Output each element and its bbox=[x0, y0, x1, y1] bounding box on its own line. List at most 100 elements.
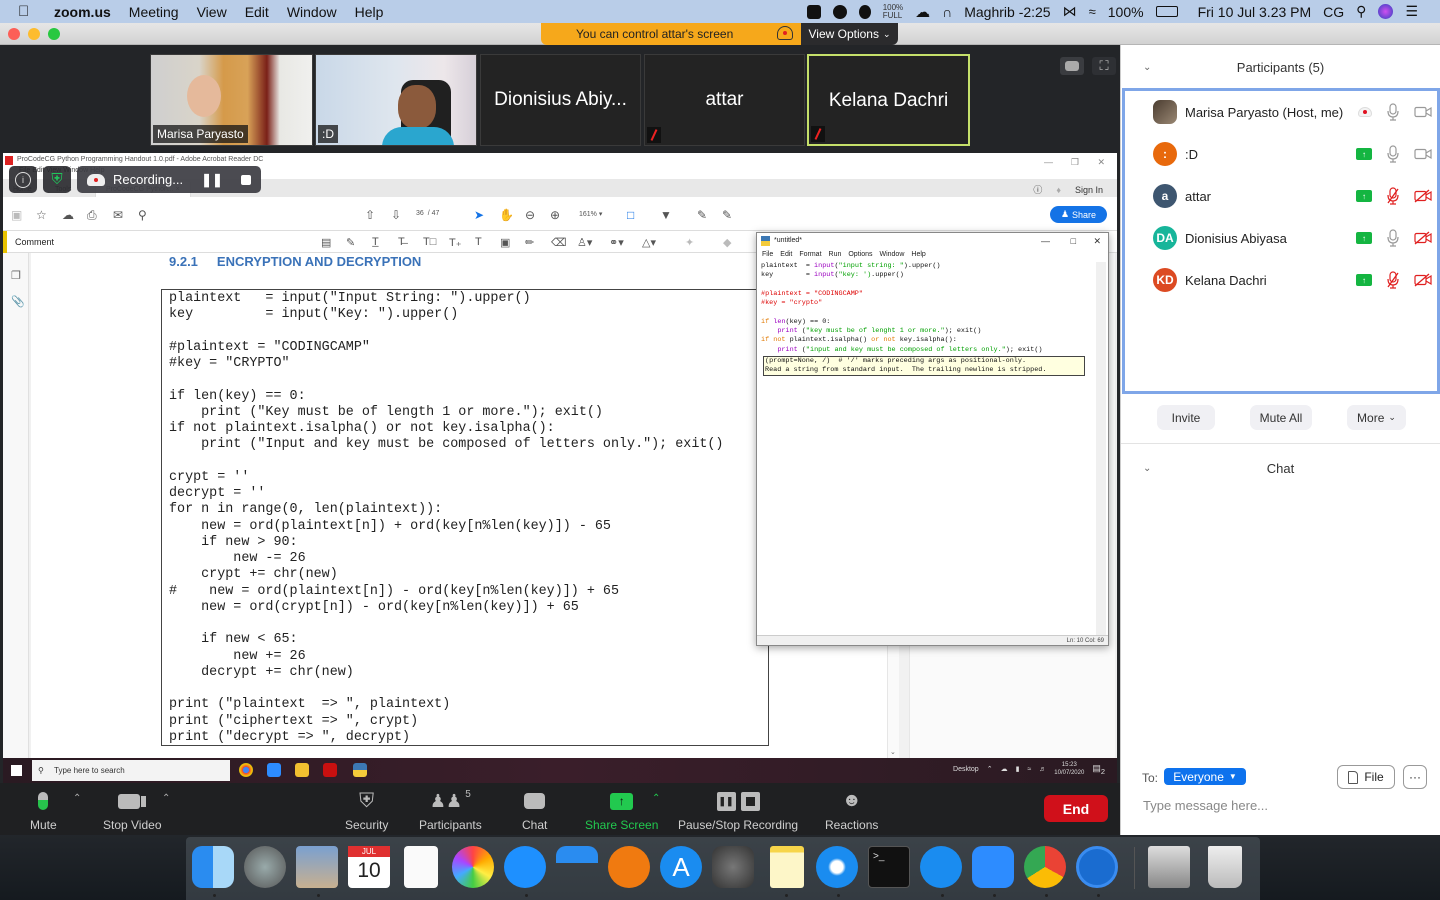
file-explorer-taskbar-icon[interactable] bbox=[295, 763, 309, 777]
acrobat-taskbar-icon[interactable] bbox=[323, 763, 337, 777]
minimize-icon[interactable]: — bbox=[1041, 233, 1050, 249]
attach-icon[interactable]: ⚭▾ bbox=[609, 236, 624, 249]
spotlight-search-icon[interactable]: ⚲ bbox=[1356, 3, 1366, 20]
zoom-dock-icon[interactable] bbox=[972, 846, 1014, 888]
clock[interactable]: Fri 10 Jul 3.23 PM bbox=[1198, 4, 1312, 20]
view-options-button[interactable]: View Options ⌄ bbox=[801, 23, 898, 45]
stop-recording-icon[interactable] bbox=[240, 174, 251, 185]
pencil-icon[interactable]: ✏ bbox=[525, 236, 534, 249]
mute-all-button[interactable]: Mute All bbox=[1250, 405, 1312, 430]
share-options-chevron-icon[interactable]: ⌃ bbox=[652, 793, 660, 804]
microphone-icon[interactable] bbox=[1386, 229, 1400, 247]
windows-clock[interactable]: 15:23 10/07/2020 bbox=[1054, 761, 1084, 777]
python-idle-taskbar-icon[interactable] bbox=[353, 763, 367, 777]
collapse-chevron-icon[interactable]: ⌄ bbox=[1143, 62, 1151, 73]
video-tile[interactable]: Marisa Paryasto bbox=[150, 54, 313, 146]
upload-cloud-icon[interactable]: ☁ bbox=[62, 209, 74, 221]
chat-recipient-select[interactable]: Everyone ▼ bbox=[1164, 768, 1246, 785]
shared-screen[interactable]: ProCodeCG Python Programming Handout 1.0… bbox=[3, 153, 1117, 783]
email-icon[interactable]: ✉ bbox=[113, 209, 123, 221]
video-off-icon[interactable] bbox=[1414, 231, 1432, 245]
finder-icon[interactable] bbox=[192, 846, 234, 888]
network-icon[interactable]: ≈ bbox=[1027, 766, 1031, 773]
idle-menu-run[interactable]: Run bbox=[829, 249, 842, 261]
gallery-layout-icon[interactable] bbox=[1060, 57, 1084, 75]
print-icon[interactable]: ⎙ bbox=[87, 209, 97, 221]
microphone-muted-icon[interactable] bbox=[1386, 187, 1400, 205]
idle-scrollbar[interactable] bbox=[1096, 262, 1106, 635]
scroll-down-icon[interactable]: ⌄ bbox=[890, 748, 896, 756]
idle-menu-format[interactable]: Format bbox=[799, 249, 821, 261]
user-initials[interactable]: CG bbox=[1323, 4, 1344, 20]
windows-search-box[interactable]: ⚲ Type here to search bbox=[32, 760, 230, 781]
zoom-out-icon[interactable]: ⊖ bbox=[525, 209, 535, 221]
terminal-icon[interactable]: >_ bbox=[868, 846, 910, 888]
microphone-tray-icon[interactable]: ▮ bbox=[1016, 765, 1020, 773]
close-window-button[interactable] bbox=[8, 28, 20, 40]
participant-row[interactable]: KD Kelana Dachri ↑ bbox=[1125, 259, 1437, 301]
scroll-mode-icon[interactable]: ▼ bbox=[660, 209, 672, 221]
sign-in-link[interactable]: Sign In bbox=[1075, 185, 1103, 195]
microphone-icon[interactable] bbox=[1386, 145, 1400, 163]
invite-button[interactable]: Invite bbox=[1157, 405, 1215, 430]
safari-icon[interactable] bbox=[816, 846, 858, 888]
security-button[interactable]: ⛨ Security bbox=[345, 789, 388, 833]
help-icon[interactable]: ⓘ bbox=[1033, 183, 1042, 196]
microphone-icon[interactable] bbox=[1386, 103, 1400, 121]
video-tile[interactable]: :D bbox=[315, 54, 477, 146]
mosque-icon[interactable]: ∩ bbox=[942, 4, 952, 20]
tray-expand-icon[interactable]: ⌃ bbox=[987, 765, 993, 773]
keynote-icon[interactable] bbox=[556, 846, 598, 888]
trash-icon[interactable] bbox=[1208, 846, 1242, 888]
menu-meeting[interactable]: Meeting bbox=[129, 4, 179, 20]
text-box-icon[interactable]: ▣ bbox=[500, 236, 510, 249]
zoom-level-select[interactable]: 161% ▾ bbox=[579, 210, 602, 218]
maximize-window-button[interactable] bbox=[48, 28, 60, 40]
photos-icon[interactable] bbox=[452, 846, 494, 888]
fullscreen-icon[interactable]: ⛶ bbox=[1092, 57, 1116, 75]
share-screen-button[interactable]: ↑ Share Screen bbox=[585, 789, 658, 832]
menu-view[interactable]: View bbox=[197, 4, 227, 20]
onedrive-icon[interactable]: ☁ bbox=[1001, 765, 1008, 773]
messenger-status-icon[interactable] bbox=[832, 4, 847, 19]
fit-page-icon[interactable]: □ bbox=[627, 209, 634, 221]
microphone-muted-icon[interactable] bbox=[1386, 271, 1400, 289]
menu-window[interactable]: Window bbox=[287, 4, 337, 20]
zoom-in-icon[interactable]: ⊕ bbox=[550, 209, 560, 221]
participant-row[interactable]: a attar ↑ bbox=[1125, 175, 1437, 217]
cloud-upload-icon[interactable]: ☁ bbox=[915, 3, 930, 21]
action-center-icon[interactable]: ▤2 bbox=[1092, 763, 1105, 776]
meeting-info-button[interactable]: i bbox=[9, 166, 37, 193]
books-icon[interactable] bbox=[608, 846, 650, 888]
apple-logo-icon[interactable]:  bbox=[18, 3, 38, 20]
bookmark-star-icon[interactable]: ☆ bbox=[36, 209, 47, 221]
video-camera-icon[interactable] bbox=[1414, 105, 1432, 119]
share-button[interactable]: ♟ Share bbox=[1050, 206, 1107, 223]
fill-color-icon[interactable]: ◆ bbox=[723, 236, 731, 249]
close-icon[interactable]: ✕ bbox=[1097, 155, 1105, 169]
bell-icon[interactable]: ♦ bbox=[1056, 185, 1061, 195]
pause-recording-icon[interactable]: ❚❚ bbox=[201, 172, 223, 188]
chrome-taskbar-icon[interactable] bbox=[239, 763, 253, 777]
bluetooth-icon[interactable]: ⋈ bbox=[1063, 3, 1077, 20]
video-tile[interactable]: attar bbox=[644, 54, 805, 146]
eraser-icon[interactable]: ⌫ bbox=[551, 236, 567, 249]
chrome-dock-icon[interactable] bbox=[1024, 846, 1066, 888]
wifi-icon[interactable]: ≈ bbox=[1089, 4, 1096, 19]
chat-more-button[interactable]: ··· bbox=[1403, 765, 1427, 789]
more-button[interactable]: More ⌄ bbox=[1347, 405, 1406, 430]
sign-icon[interactable]: ✎ bbox=[697, 209, 707, 221]
save-icon[interactable]: ▣ bbox=[11, 209, 22, 221]
idle-code-editor[interactable]: plaintext = input("input string: ").uppe… bbox=[759, 262, 1097, 635]
attachments-icon[interactable]: 📎 bbox=[11, 295, 25, 308]
video-tile-active-speaker[interactable]: Kelana Dachri bbox=[807, 54, 970, 146]
calendar-icon[interactable]: JUL 10 bbox=[348, 846, 390, 888]
video-off-icon[interactable] bbox=[1414, 189, 1432, 203]
chat-button[interactable]: Chat bbox=[522, 789, 547, 832]
restore-icon[interactable]: ❐ bbox=[1071, 155, 1079, 169]
pause-stop-recording-button[interactable]: ❚❚ Pause/Stop Recording bbox=[678, 789, 798, 832]
underline-text-icon[interactable]: T̲ bbox=[372, 236, 379, 248]
zoom-status-icon[interactable] bbox=[806, 4, 821, 19]
page-indicator[interactable]: 36 / 47 bbox=[416, 210, 439, 217]
stamp-icon[interactable]: ♙▾ bbox=[577, 236, 592, 249]
